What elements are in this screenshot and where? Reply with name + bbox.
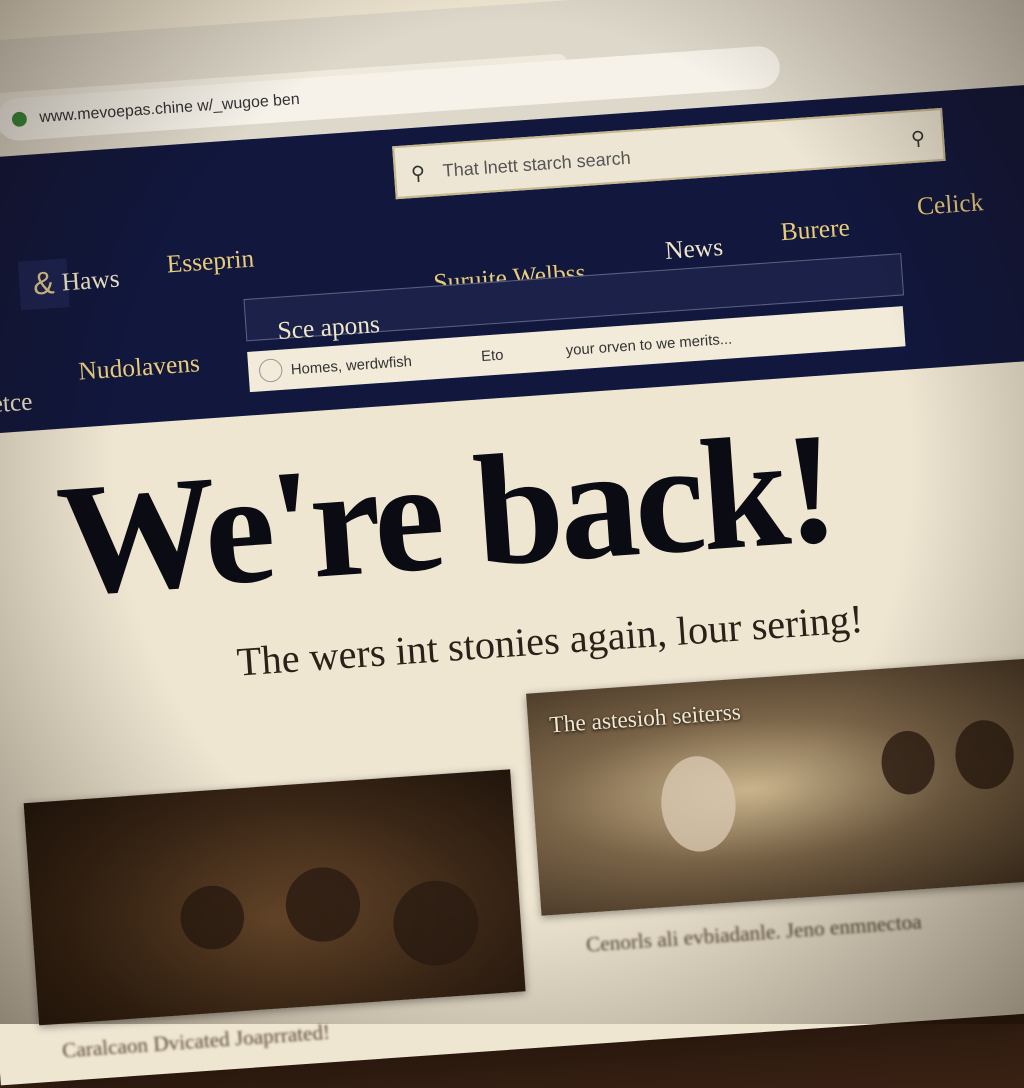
subnav-item-3[interactable]: Sevetce xyxy=(0,388,33,422)
search-icon: ⚲ xyxy=(410,162,426,185)
story-card-2[interactable]: The astesioh seiterss xyxy=(526,656,1024,916)
browser-window: Corpeniner Cores Barrere's Croeny Bele 1… xyxy=(0,0,1024,1086)
home-icon[interactable] xyxy=(258,358,284,383)
story-image-figure xyxy=(178,883,247,952)
nav-item-2[interactable]: Esseprin xyxy=(166,245,255,280)
story-image-figure xyxy=(390,877,482,969)
breadcrumb-sep: Eto xyxy=(480,345,504,365)
story-caption-1[interactable]: Caralcaon Dvicated Joaprrated! xyxy=(61,1021,330,1064)
nav-item-4[interactable]: News xyxy=(664,234,724,267)
story-caption-2[interactable]: Cenorls ali evbiadanle. Jeno enmnectoa xyxy=(585,911,922,959)
breadcrumb-home[interactable]: Homes, werdwfish xyxy=(289,341,413,390)
url-text: www.mevoepas.chine w/_wugoe ben xyxy=(38,90,301,127)
story-image-figure xyxy=(283,864,363,945)
nav-item-1[interactable]: Haws xyxy=(61,265,121,298)
story-title: The astesioh seiterss xyxy=(548,697,742,738)
hero-title: We're back! xyxy=(52,399,839,630)
search-submit-icon[interactable]: ⚲ xyxy=(909,111,927,165)
secure-icon xyxy=(11,111,28,128)
breadcrumb-note: your orven to we merits... xyxy=(565,329,733,359)
story-image-figure xyxy=(879,729,937,797)
story-image-figure xyxy=(658,753,739,855)
nav-item-6[interactable]: Celick xyxy=(916,189,984,222)
story-card-1[interactable] xyxy=(23,769,526,1026)
subnav-item-2[interactable]: Sce apons xyxy=(277,311,381,347)
subnav-item-1[interactable]: Nudolavens xyxy=(78,350,201,387)
story-image-figure xyxy=(953,718,1017,792)
search-placeholder: That lnett starch search xyxy=(442,147,632,181)
building-icon[interactable]: 🏛 xyxy=(0,263,6,315)
nav-item-5[interactable]: Burere xyxy=(780,214,851,247)
